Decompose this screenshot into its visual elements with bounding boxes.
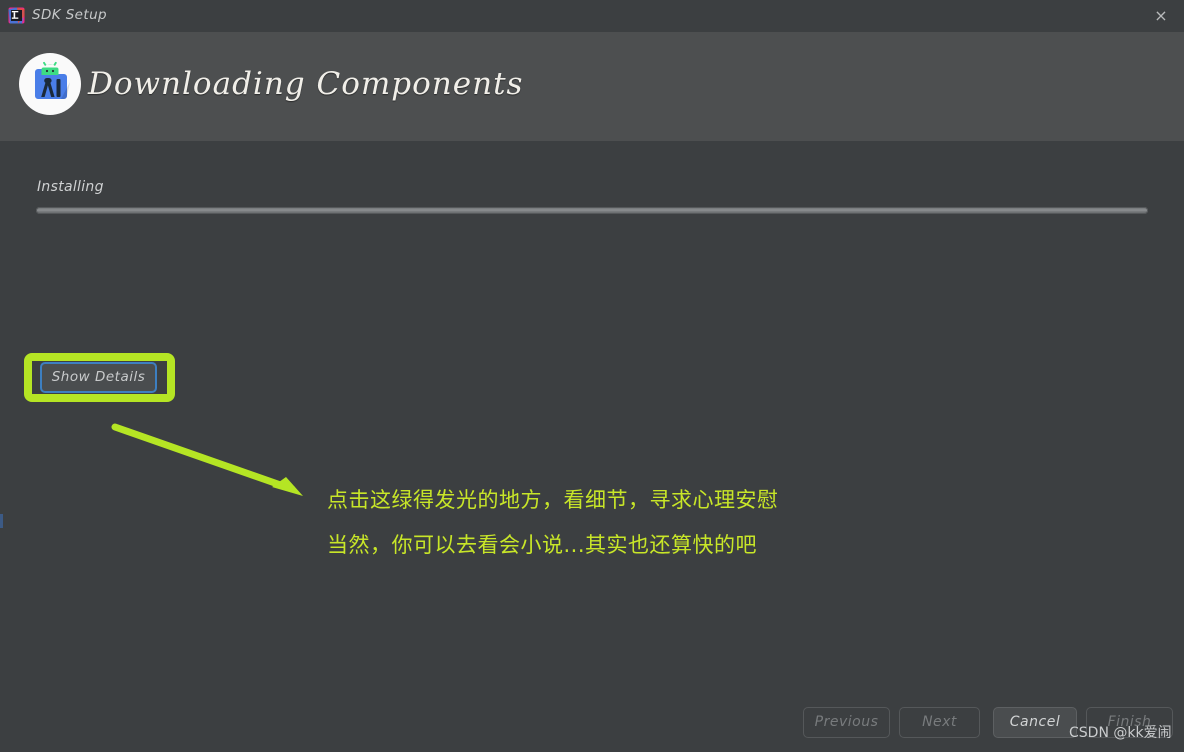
android-studio-icon: [18, 52, 82, 116]
watermark: CSDN @kk爱闹: [1069, 725, 1172, 741]
close-icon[interactable]: ×: [1148, 4, 1174, 28]
progress-status-label: Installing: [37, 179, 104, 195]
window-title: SDK Setup: [32, 7, 108, 23]
show-details-button[interactable]: Show Details: [40, 362, 157, 393]
wizard-header: Downloading Components: [0, 32, 1184, 142]
previous-button[interactable]: Previous: [803, 707, 890, 738]
page-title: Downloading Components: [88, 66, 524, 102]
sdk-setup-window: SDK Setup × Downloading Components Insta…: [0, 0, 1184, 752]
annotation-line-2: 当然，你可以去看会小说...其实也还算快的吧: [327, 533, 758, 557]
annotation-line-1: 点击这绿得发光的地方，看细节，寻求心理安慰: [327, 488, 779, 512]
annotation-arrow-icon: [111, 423, 303, 496]
download-progress-bar: [36, 207, 1148, 214]
jetbrains-icon: [8, 7, 25, 24]
next-button[interactable]: Next: [899, 707, 980, 738]
left-edge-marker: [0, 514, 3, 528]
window-titlebar: SDK Setup ×: [0, 0, 1184, 33]
wizard-body: Installing Show Details 点击这绿得发光的地方，看细节，寻…: [0, 141, 1184, 752]
cancel-button[interactable]: Cancel: [993, 707, 1077, 738]
annotation-text: 点击这绿得发光的地方，看细节，寻求心理安慰 当然，你可以去看会小说...其实也还…: [327, 478, 779, 568]
